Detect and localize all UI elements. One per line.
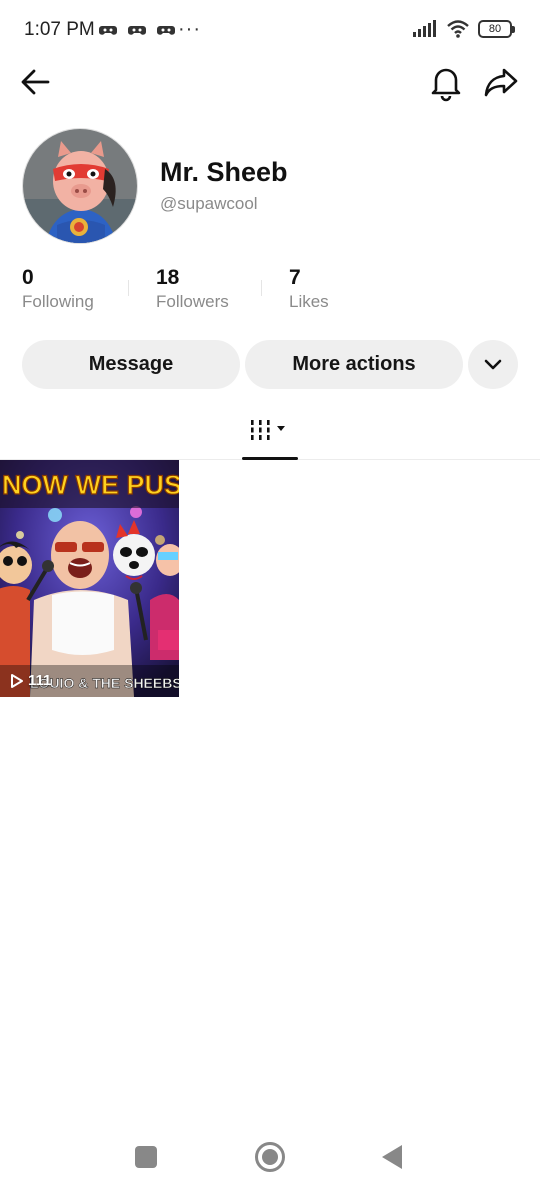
signal-icon [413, 20, 436, 37]
home-button[interactable] [255, 1142, 285, 1172]
tab-videos[interactable] [242, 400, 298, 460]
battery-level: 80 [488, 23, 502, 35]
view-count-text: 111 [28, 672, 52, 689]
wifi-icon [447, 20, 469, 38]
thumbnail-caption: LOUIO & THE SHEEBS [30, 675, 179, 691]
more-actions-button[interactable]: More actions [245, 340, 463, 389]
avatar-image [23, 129, 137, 243]
stat-divider [261, 280, 262, 296]
view-count: 111 [10, 672, 51, 689]
status-time: 1:07 PM [24, 19, 95, 40]
tab-indicator [242, 457, 298, 460]
recent-apps-button[interactable] [135, 1146, 157, 1168]
thumbnail-title: NOW WE PUS [2, 470, 179, 500]
video-thumbnail[interactable]: NOW WE PUS LOUIO & THE SHEEBS 111 [0, 460, 179, 697]
content-tab-bar [0, 400, 540, 460]
gamepad-icon [99, 26, 117, 35]
more-notifications-icon: ··· [178, 18, 201, 40]
following-label: Following [22, 292, 94, 311]
display-name: Mr. Sheeb [160, 157, 288, 187]
video-thumbnail-image: NOW WE PUS LOUIO & THE SHEEBS [0, 460, 179, 697]
following-count: 0 [22, 266, 34, 289]
status-right: 80 [412, 19, 515, 39]
gamepad-icon [157, 26, 175, 35]
status-bar: 1:07 PM ··· 80 [0, 0, 540, 62]
suggested-accounts-button[interactable] [468, 340, 518, 389]
notification-icons [98, 20, 176, 40]
system-nav-bar [0, 1130, 540, 1200]
system-back-button[interactable] [382, 1145, 402, 1169]
followers-label: Followers [156, 292, 229, 311]
video-grid-icon [251, 420, 285, 440]
stat-followers[interactable]: 18 Followers [156, 266, 229, 312]
battery-icon: 80 [478, 20, 515, 38]
stat-following[interactable]: 0 Following [22, 266, 94, 312]
avatar[interactable] [22, 128, 138, 244]
likes-label: Likes [289, 292, 329, 311]
stat-divider [128, 280, 129, 296]
back-button[interactable] [18, 64, 54, 100]
gamepad-icon [128, 26, 146, 35]
stat-likes[interactable]: 7 Likes [289, 266, 329, 312]
share-button[interactable] [482, 64, 520, 100]
share-icon [484, 68, 518, 97]
notifications-button[interactable] [428, 62, 464, 102]
chevron-down-icon [484, 359, 502, 369]
play-outline-icon [11, 673, 23, 688]
username: @supawcool [160, 194, 258, 213]
home-icon [262, 1149, 278, 1165]
arrow-left-icon [21, 69, 50, 95]
message-button[interactable]: Message [22, 340, 240, 389]
bell-icon [431, 68, 461, 102]
likes-count: 7 [289, 266, 301, 289]
followers-count: 18 [156, 266, 180, 289]
